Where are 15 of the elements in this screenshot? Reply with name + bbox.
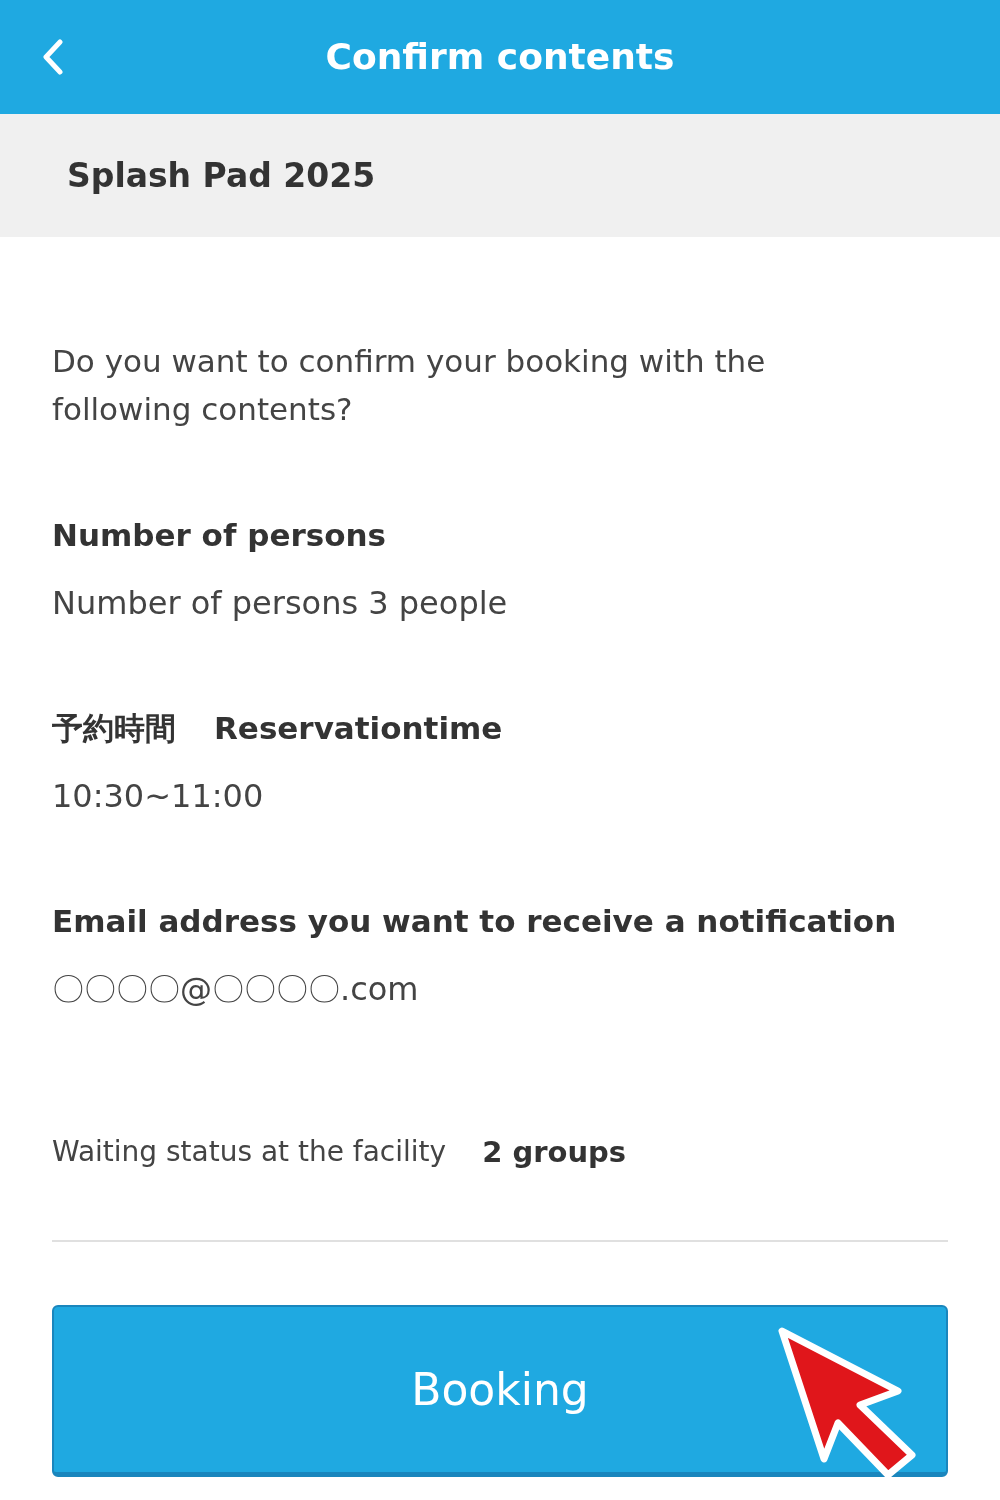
section-value: 10:30~11:00 (52, 776, 265, 817)
booking-button[interactable]: Booking (52, 1305, 948, 1477)
section-value: Number of persons 3 people (52, 583, 509, 624)
event-name: Splash Pad 2025 (67, 154, 376, 197)
screen-title: Confirm contents (325, 35, 675, 79)
waiting-count: 2 groups (482, 1134, 627, 1171)
section-heading: Email address you want to receive a notification (52, 902, 897, 941)
section-heading: Number of persons (52, 516, 386, 555)
waiting-label: Waiting status at the facility (52, 1134, 447, 1170)
back-icon (42, 39, 64, 75)
section-value: 〇〇〇〇@〇〇〇〇.com (52, 969, 420, 1010)
section-heading: Reservationtime (214, 709, 503, 748)
cursor-icon (778, 1327, 916, 1477)
confirm-prompt: Do you want to confirm your booking with the following contents? (52, 342, 767, 429)
section-heading: 予約時間 (52, 709, 176, 748)
